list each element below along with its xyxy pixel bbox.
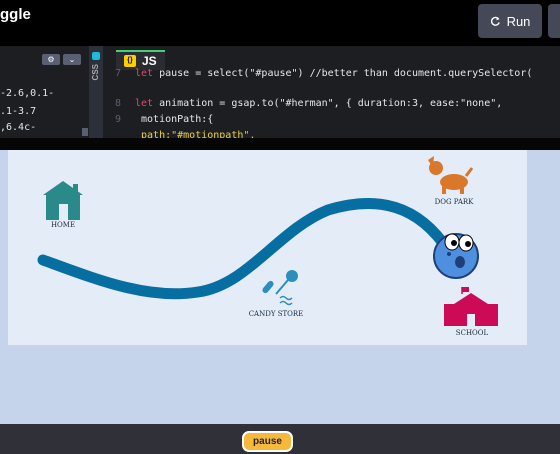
css-code-line: ,6.4c- — [0, 122, 37, 133]
css-code-line: .1-3.7 — [0, 106, 37, 117]
pause-button[interactable]: pause — [242, 431, 293, 452]
gear-icon[interactable]: ⚙ — [42, 54, 60, 65]
code-line: 7 let pause = select("#pause") //better t… — [115, 68, 532, 79]
code-line: 9 motionPath:{ — [115, 114, 213, 125]
code-keyword: let — [135, 98, 154, 109]
run-button-label: Run — [506, 13, 531, 29]
css-editor[interactable]: ⚙ ⌄ -2.6,0.1- .1-3.7 ,6.4c- — [0, 46, 90, 138]
code-text: path:"#motionpath", — [135, 130, 256, 138]
home-label: HOME — [51, 221, 75, 229]
motion-path — [37, 198, 454, 300]
preview-stage: HOME DOG PARK CANDY STORE SCHOOL — [8, 150, 527, 345]
scrollbar[interactable] — [82, 128, 88, 136]
dog-park-label: DOG PARK — [435, 198, 475, 206]
js-icon: {} — [124, 55, 136, 67]
code-line: path:"#motionpath", — [115, 130, 255, 138]
candy-icon — [262, 270, 298, 306]
school-icon — [444, 287, 498, 326]
code-keyword: let — [135, 68, 154, 79]
candy-store-label: CANDY STORE — [249, 310, 304, 318]
tab-js[interactable]: {} JS — [116, 50, 165, 70]
page-title: ggle — [0, 6, 31, 23]
code-text: motionPath:{ — [135, 114, 214, 125]
refresh-icon — [490, 16, 500, 26]
code-line: 8 let animation = gsap.to("#herman", { du… — [115, 98, 502, 109]
tab-js-label: JS — [142, 54, 157, 68]
tab-css-label: CSS — [91, 64, 100, 81]
chevron-down-icon[interactable]: ⌄ — [63, 54, 81, 65]
dog-icon — [428, 156, 474, 194]
tab-css[interactable]: CSS — [89, 46, 103, 138]
run-button[interactable]: Run — [478, 4, 542, 38]
line-number: 8 — [115, 98, 122, 109]
school-label: SCHOOL — [456, 329, 489, 337]
settings-button[interactable] — [548, 4, 560, 38]
herman-character — [433, 233, 479, 279]
css-icon — [92, 52, 100, 60]
line-number: 7 — [115, 68, 122, 79]
code-text: pause = select("#pause") //better than d… — [153, 68, 533, 79]
css-code-line: -2.6,0.1- — [0, 88, 55, 99]
home-icon — [43, 181, 83, 220]
pane-resize-handle[interactable] — [0, 138, 560, 150]
line-number: 9 — [115, 114, 122, 125]
js-editor[interactable]: {} JS 7 let pause = select("#pause") //be… — [103, 46, 560, 138]
top-bar: ggle Run — [0, 0, 560, 46]
code-text: animation = gsap.to("#herman", { duratio… — [153, 98, 503, 109]
